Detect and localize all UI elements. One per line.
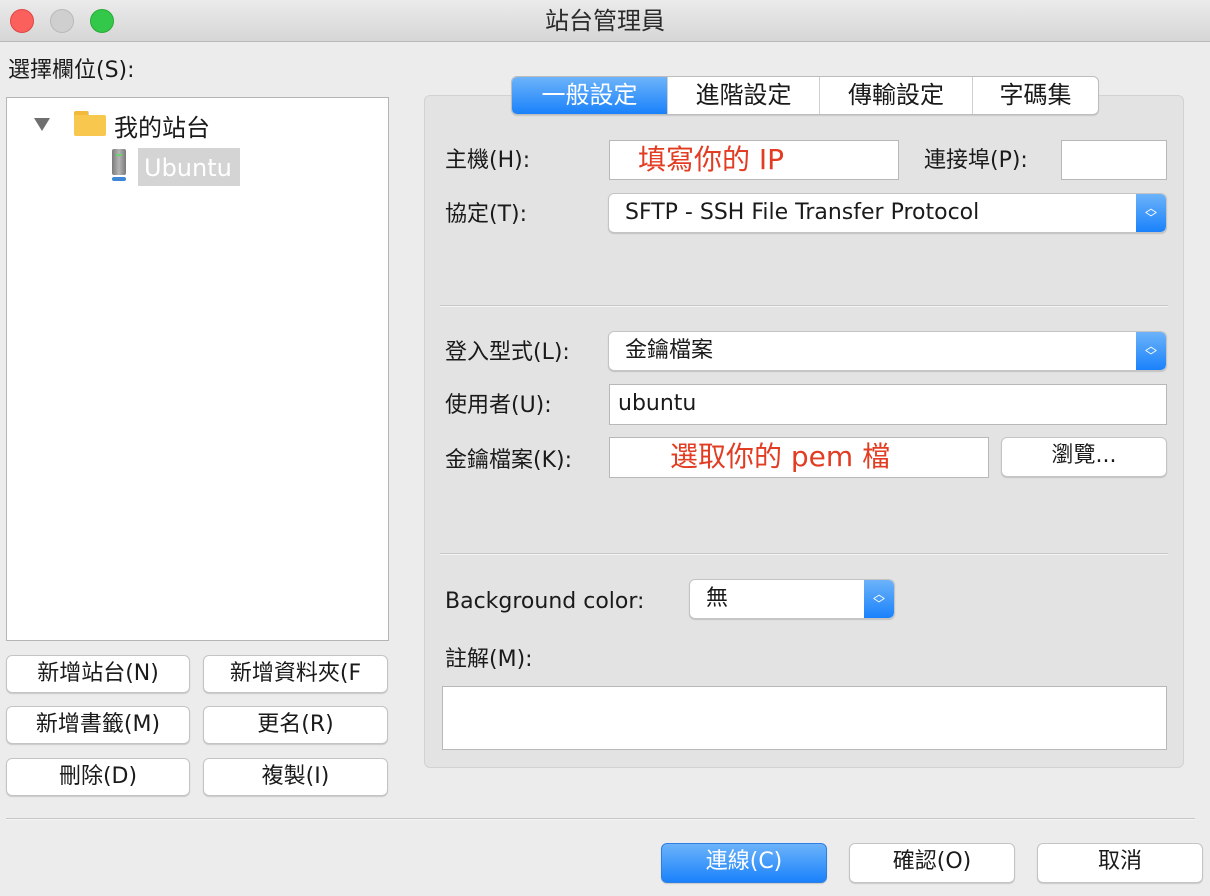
browse-button[interactable]: 瀏覽... [1001,437,1167,477]
comments-textarea[interactable] [442,686,1167,750]
protocol-selected-value: SFTP - SSH File Transfer Protocol [625,200,980,225]
user-input[interactable]: ubuntu [609,384,1167,425]
cancel-button[interactable]: 取消 [1037,843,1203,883]
new-site-button[interactable]: 新增站台(N) [6,655,190,693]
port-input[interactable] [1061,140,1167,180]
separator [440,305,1168,307]
host-input[interactable]: 填寫你的 IP [609,140,899,180]
keyfile-label: 金鑰檔案(K): [445,448,573,473]
new-folder-button[interactable]: 新增資料夾(F [203,655,388,693]
up-down-chevron-icon: ︿ ﹀ [1136,194,1166,232]
connect-button[interactable]: 連線(C) [661,843,827,883]
logon-type-label: 登入型式(L): [445,340,570,365]
tab-charset[interactable]: 字碼集 [973,77,1098,114]
port-label: 連接埠(P): [924,148,1028,173]
logon-type-selected-value: 金鑰檔案 [625,338,714,363]
rename-button[interactable]: 更名(R) [203,706,388,744]
tab-advanced[interactable]: 進階設定 [668,77,820,114]
user-label: 使用者(U): [445,393,552,418]
protocol-label: 協定(T): [445,202,528,227]
server-icon [112,149,126,183]
tab-transfer-settings[interactable]: 傳輸設定 [820,77,973,114]
up-down-chevron-icon: ︿ ﹀ [1136,332,1166,370]
background-color-selected-value: 無 [706,586,729,611]
logon-type-select[interactable]: 金鑰檔案 ︿ ﹀ [608,331,1167,371]
delete-button[interactable]: 刪除(D) [6,758,190,796]
settings-tab-bar: 一般設定 進階設定 傳輸設定 字碼集 [511,76,1099,115]
protocol-select[interactable]: SFTP - SSH File Transfer Protocol ︿ ﹀ [608,193,1167,233]
footer-separator [6,818,1195,820]
ok-button[interactable]: 確認(O) [849,843,1015,883]
duplicate-button[interactable]: 複製(I) [203,758,388,796]
tree-folder-my-sites[interactable]: 我的站台 [114,113,210,143]
keyfile-input[interactable]: 選取你的 pem 檔 [609,437,989,478]
up-down-chevron-icon: ︿ ﹀ [864,580,894,618]
tree-site-ubuntu[interactable]: Ubuntu [144,153,232,183]
select-entry-label: 選擇欄位(S): [8,58,135,83]
folder-icon [74,111,106,136]
background-color-label: Background color: [445,589,645,614]
comments-label: 註解(M): [445,647,533,672]
host-label: 主機(H): [445,148,531,173]
tab-general[interactable]: 一般設定 [512,77,668,114]
window-title: 站台管理員 [545,7,665,35]
separator [440,553,1168,555]
disclosure-triangle-icon[interactable] [34,118,50,131]
new-bookmark-button[interactable]: 新增書籤(M) [6,706,190,744]
background-color-select[interactable]: 無 ︿ ﹀ [689,579,895,619]
